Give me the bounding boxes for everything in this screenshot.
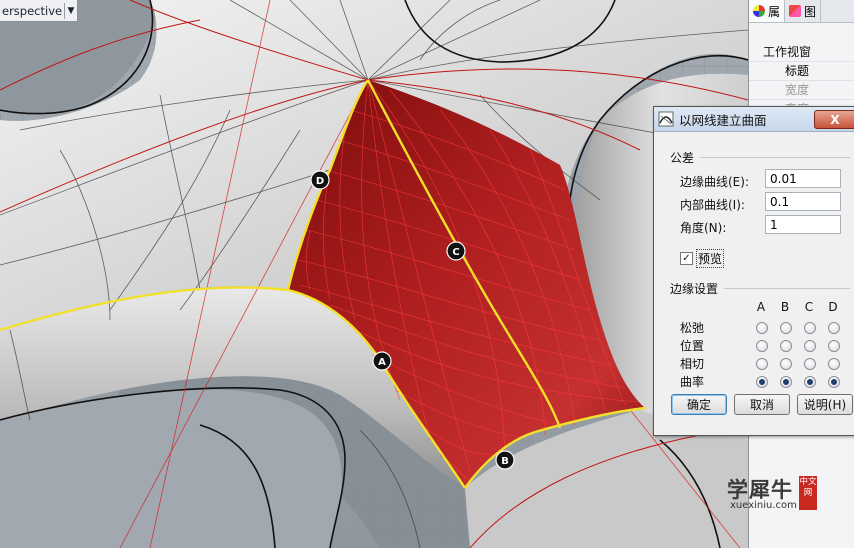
interior-curves-label: 内部曲线(I): [680,198,745,212]
watermark-seal: 中文网 [799,476,817,510]
edge-marker-b: B [495,450,515,470]
tolerance-group-divider [700,157,850,158]
dialog-title: 以网线建立曲面 [679,112,767,128]
viewport-menu-arrow-icon[interactable]: ▼ [64,2,77,19]
edge-marker-d: D [310,170,330,190]
edge-settings-divider [724,288,850,289]
tab-properties[interactable]: 属 [749,0,786,22]
column-c-header: C [804,300,814,314]
tab-layers-label: 图 [804,4,817,19]
radio-curvature-a[interactable] [756,376,768,388]
edge-curves-label: 边缘曲线(E): [680,175,749,189]
network-surface-icon [658,111,674,127]
tab-layers[interactable]: 图 [785,0,822,22]
tab-properties-label: 属 [768,4,781,19]
panel-row-title[interactable]: 标题 [749,61,854,80]
svg-text:D: D [316,176,324,187]
panel-tabs: 属 图 [749,0,854,23]
svg-text:C: C [452,247,459,258]
network-surface-dialog: 以网线建立曲面 X 公差 边缘曲线(E): 内部曲线(I): 角度(N): ✓ … [653,106,854,436]
close-button[interactable]: X [814,110,854,129]
radio-loose-a[interactable] [756,322,768,334]
help-button[interactable]: 说明(H) [797,394,853,415]
radio-curvature-c[interactable] [804,376,816,388]
radio-position-b[interactable] [780,340,792,352]
radio-tangency-b[interactable] [780,358,792,370]
preview-label[interactable]: 预览 [696,249,725,268]
radio-tangency-c[interactable] [804,358,816,370]
option-position-label: 位置 [680,339,705,353]
radio-curvature-d[interactable] [828,376,840,388]
column-a-header: A [756,300,766,314]
radio-loose-d[interactable] [828,322,840,334]
watermark-site: xuexiniu.com [730,500,797,511]
edge-settings-group-label: 边缘设置 [670,282,719,296]
viewport-name[interactable]: erspective [2,4,62,18]
radio-position-a[interactable] [756,340,768,352]
preview-checkbox[interactable]: ✓ 预览 [680,249,725,268]
svg-text:A: A [378,357,386,368]
option-tangency-label: 相切 [680,357,705,371]
radio-tangency-a[interactable] [756,358,768,370]
edge-marker-c: C [446,241,466,261]
option-curvature-label: 曲率 [680,375,705,389]
viewport-title-tab[interactable]: erspective ▼ [0,0,78,22]
radio-loose-c[interactable] [804,322,816,334]
ok-button[interactable]: 确定 [671,394,727,415]
preview-check-icon[interactable]: ✓ [680,252,693,265]
svg-text:B: B [501,456,509,467]
edge-curves-input[interactable] [765,169,841,188]
edge-marker-a: A [372,351,392,371]
column-b-header: B [780,300,790,314]
angle-input[interactable] [765,215,841,234]
properties-icon [753,5,765,17]
watermark: 学犀牛 xuexiniu.com 中文网 [727,474,823,514]
interior-curves-input[interactable] [765,192,841,211]
option-loose-label: 松弛 [680,321,705,335]
cancel-button[interactable]: 取消 [734,394,790,415]
tolerance-group-label: 公差 [670,151,695,165]
radio-tangency-d[interactable] [828,358,840,370]
column-d-header: D [828,300,838,314]
dialog-titlebar[interactable]: 以网线建立曲面 X [654,107,854,132]
angle-label: 角度(N): [680,221,727,235]
layers-icon [789,5,802,17]
radio-loose-b[interactable] [780,322,792,334]
model-render[interactable]: A B C D [0,0,748,548]
radio-position-c[interactable] [804,340,816,352]
radio-position-d[interactable] [828,340,840,352]
radio-curvature-b[interactable] [780,376,792,388]
perspective-viewport[interactable]: A B C D erspective ▼ [0,0,748,548]
panel-row-width: 宽度 [749,80,854,99]
panel-section-title: 工作视窗 [763,45,812,59]
